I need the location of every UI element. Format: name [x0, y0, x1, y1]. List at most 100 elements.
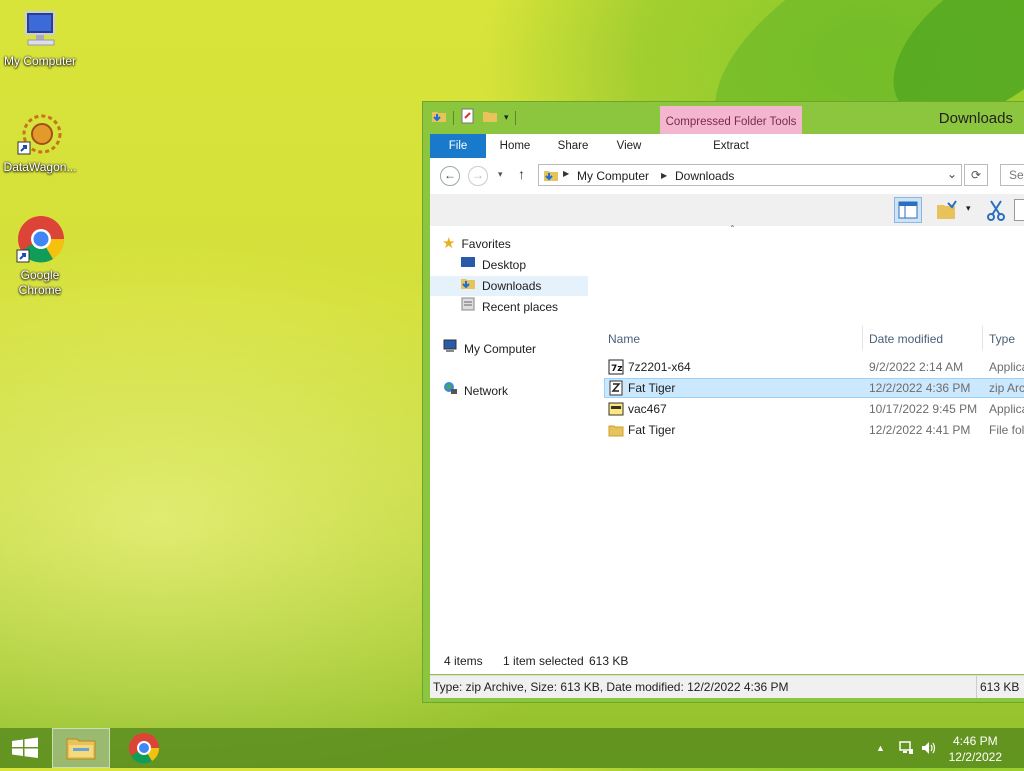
properties-icon[interactable] — [460, 108, 476, 127]
file-row-selected[interactable]: Fat Tiger 12/2/2022 4:36 PM zip Arc — [604, 378, 1024, 398]
file-type: Applica — [989, 402, 1024, 416]
nav-favorites-label: Favorites — [461, 237, 511, 251]
file-row[interactable]: 7z 7z2201-x64 9/2/2022 2:14 AM Applica — [604, 357, 1024, 377]
network-tray-icon[interactable] — [898, 740, 914, 759]
details-size: 613 KB — [980, 680, 1020, 694]
nav-desktop[interactable]: Desktop — [460, 255, 526, 275]
refresh-button[interactable]: ⟳ — [964, 164, 988, 186]
explorer-window[interactable]: ▾ Compressed Folder Tools Downloads File… — [422, 101, 1024, 703]
computer-icon — [18, 10, 62, 50]
selection-count: 1 item selected — [503, 654, 584, 668]
taskbar-chrome[interactable] — [124, 728, 164, 768]
chrome-icon — [129, 733, 160, 764]
address-box[interactable]: ▶ My Computer ▶ Downloads ⌄ — [538, 164, 962, 186]
folder-down-icon[interactable] — [431, 108, 447, 127]
file-type: Applica — [989, 360, 1024, 374]
desktop-icon — [460, 255, 476, 275]
file-row[interactable]: vac467 10/17/2022 9:45 PM Applica — [604, 399, 1024, 419]
preview-pane-icon[interactable] — [894, 197, 922, 223]
title-bar[interactable]: ▾ Compressed Folder Tools Downloads — [423, 102, 1024, 158]
window-title: Downloads — [938, 110, 1013, 127]
content-area: ★ Favorites Desktop Downloads Recent pla… — [430, 224, 1024, 674]
file-date: 9/2/2022 2:14 AM — [869, 360, 964, 374]
nav-desktop-label: Desktop — [482, 258, 527, 272]
column-header-name[interactable]: Name — [608, 332, 640, 346]
taskbar-file-explorer[interactable] — [52, 728, 110, 768]
details-text: Type: zip Archive, Size: 613 KB, Date mo… — [433, 680, 789, 694]
desktop-icon-google-chrome[interactable]: Google Chrome — [0, 214, 80, 298]
desktop-icon-label: My Computer — [3, 54, 77, 68]
file-row[interactable]: Fat Tiger 12/2/2022 4:41 PM File fol — [604, 420, 1024, 440]
file-type: zip Arc — [989, 381, 1024, 395]
navigation-pane: ★ Favorites Desktop Downloads Recent pla… — [430, 226, 590, 674]
volume-icon[interactable] — [920, 740, 938, 759]
copy-icon[interactable] — [1014, 199, 1024, 221]
show-hidden-icons-icon[interactable]: ▲ — [876, 743, 885, 753]
breadcrumb-separator-icon[interactable]: ▶ — [563, 169, 569, 178]
computer-icon — [442, 338, 458, 360]
new-folder-icon[interactable] — [482, 108, 498, 127]
nav-recent-places[interactable]: Recent places — [460, 297, 558, 317]
start-button[interactable] — [6, 728, 44, 768]
tab-file[interactable]: File — [430, 134, 486, 158]
file-name: Fat Tiger — [628, 423, 676, 437]
breadcrumb-my-computer[interactable]: My Computer — [577, 169, 649, 183]
breadcrumb-downloads[interactable]: Downloads — [675, 169, 734, 183]
recent-places-icon — [460, 296, 476, 318]
file-date: 10/17/2022 9:45 PM — [869, 402, 978, 416]
selection-size: 613 KB — [589, 654, 629, 668]
context-tab-label: Compressed Folder Tools — [665, 116, 797, 128]
file-name: Fat Tiger — [628, 381, 676, 395]
nav-network[interactable]: Network — [442, 381, 508, 401]
tab-extract[interactable]: Extract — [660, 134, 802, 158]
forward-button[interactable]: → — [468, 166, 488, 186]
nav-recent-places-label: Recent places — [482, 300, 559, 314]
taskbar-clock[interactable]: 4:46 PM 12/2/2022 — [949, 733, 1002, 765]
address-bar-area: ← → ▾ ↑ ▶ My Computer ▶ Downloads ⌄ ⟳ Se… — [430, 158, 1024, 194]
clock-date: 12/2/2022 — [948, 750, 1002, 764]
customize-qat-icon[interactable]: ▾ — [504, 112, 509, 123]
search-input[interactable]: Sea — [1000, 164, 1024, 186]
column-header-date-modified[interactable]: Date modified — [869, 332, 943, 346]
desktop-icon-my-computer[interactable]: My Computer — [0, 10, 80, 69]
recent-locations-icon[interactable]: ▾ — [498, 169, 503, 180]
file-name: vac467 — [628, 402, 667, 416]
tab-home[interactable]: Home — [492, 134, 538, 158]
file-name: 7z2201-x64 — [628, 360, 691, 374]
taskbar: ▲ 4:46 PM 12/2/2022 — [0, 728, 1024, 768]
network-icon — [442, 380, 458, 402]
back-button[interactable]: ← — [440, 166, 460, 186]
nav-network-label: Network — [464, 384, 509, 398]
file-explorer-icon — [66, 738, 96, 760]
file-type: File fol — [989, 423, 1024, 437]
file-date: 12/2/2022 4:36 PM — [869, 381, 971, 395]
downloads-icon — [460, 275, 476, 297]
nav-downloads[interactable]: Downloads — [430, 276, 588, 296]
status-bar: 4 items 1 item selected 613 KB — [430, 650, 1024, 674]
file-list: ⌃ Name Date modified Type 7z 7z2201-x64 … — [602, 224, 1024, 674]
view-toolbar: ▾ — [430, 194, 1024, 226]
nav-my-computer-label: My Computer — [464, 342, 537, 356]
windows-logo-icon — [12, 737, 38, 758]
breadcrumb-separator-icon[interactable]: ▶ — [661, 171, 667, 180]
datawagon-icon — [16, 112, 64, 156]
star-icon: ★ — [442, 235, 456, 252]
tab-view[interactable]: View — [606, 134, 652, 158]
up-arrow-icon[interactable]: ↑ — [518, 166, 525, 182]
quick-access-toolbar: ▾ — [431, 108, 516, 127]
column-header-type[interactable]: Type — [989, 332, 1015, 346]
cut-icon[interactable] — [986, 199, 1006, 224]
nav-my-computer[interactable]: My Computer — [442, 339, 536, 359]
desktop-icon-datawagon[interactable]: DataWagon... — [0, 112, 80, 175]
folder-icon — [608, 422, 624, 444]
desktop-icon-label: DataWagon... — [3, 160, 77, 174]
desktop-icon-label: Google Chrome — [18, 268, 62, 297]
folder-options-icon[interactable] — [936, 199, 958, 224]
file-date: 12/2/2022 4:41 PM — [869, 423, 971, 437]
options-dropdown-icon[interactable]: ▾ — [966, 203, 971, 214]
items-count: 4 items — [444, 654, 483, 668]
nav-favorites[interactable]: ★ Favorites — [442, 234, 511, 254]
chrome-icon — [15, 214, 65, 264]
tab-share[interactable]: Share — [550, 134, 596, 158]
address-dropdown-icon[interactable]: ⌄ — [947, 167, 957, 181]
